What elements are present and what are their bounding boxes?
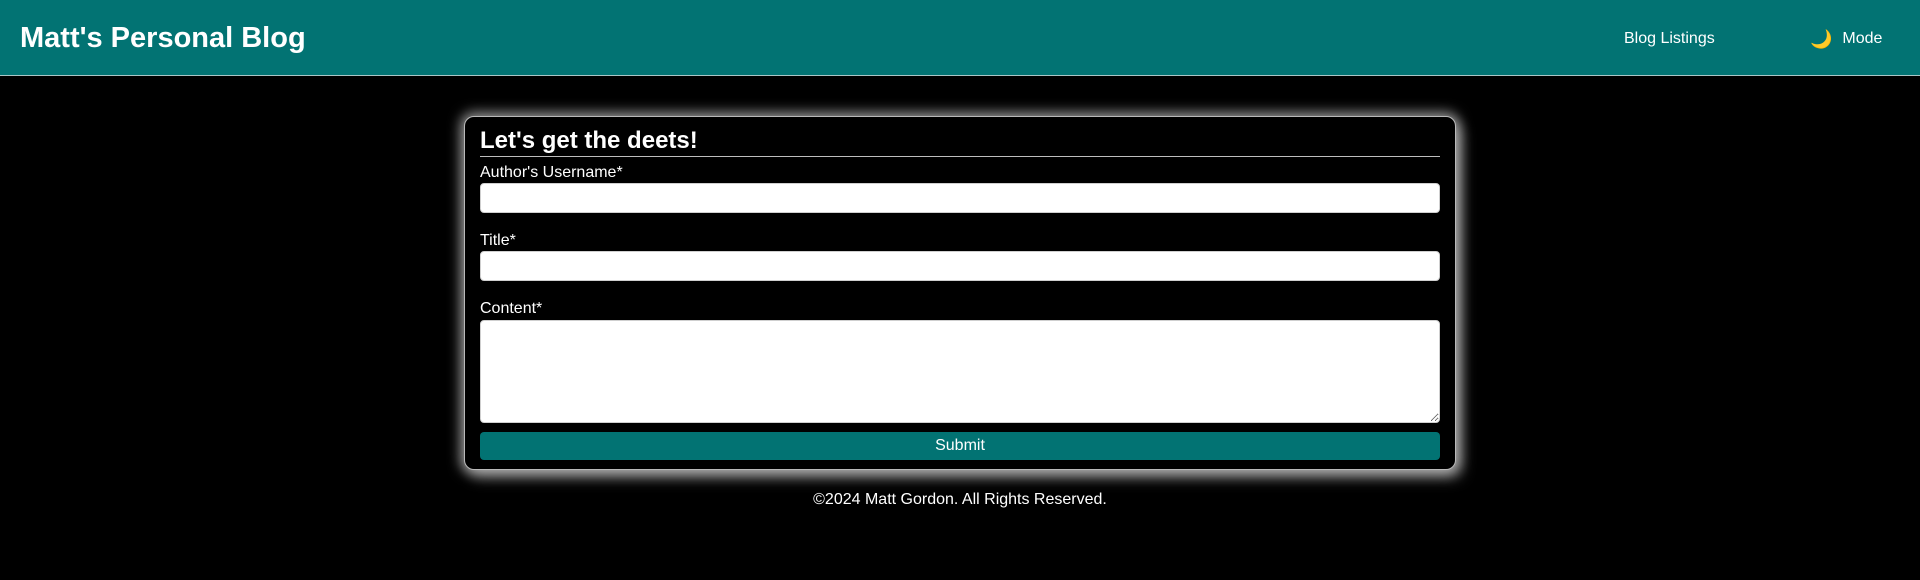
- content-textarea[interactable]: [480, 320, 1440, 423]
- username-label: Author's Username*: [480, 164, 623, 181]
- footer-copyright: ©2024 Matt Gordon. All Rights Reserved.: [813, 491, 1107, 508]
- content-label: Content*: [480, 300, 543, 317]
- title-label: Title*: [480, 232, 516, 249]
- mode-toggle-label: Mode: [1842, 30, 1883, 47]
- site-title[interactable]: Matt's Personal Blog: [20, 21, 306, 55]
- submit-button[interactable]: Submit: [480, 432, 1440, 460]
- site-header: Matt's Personal Blog Blog Listings 🌙 Mod…: [0, 0, 1920, 76]
- username-input[interactable]: [480, 183, 1440, 213]
- title-input[interactable]: [480, 251, 1440, 281]
- new-post-form: Let's get the deets! Author's Username* …: [464, 116, 1456, 470]
- moon-icon: 🌙: [1810, 29, 1833, 49]
- nav-blog-listings-link[interactable]: Blog Listings: [1624, 29, 1715, 49]
- mode-toggle-button[interactable]: 🌙 Mode: [1810, 28, 1882, 50]
- form-title: Let's get the deets!: [480, 127, 1440, 157]
